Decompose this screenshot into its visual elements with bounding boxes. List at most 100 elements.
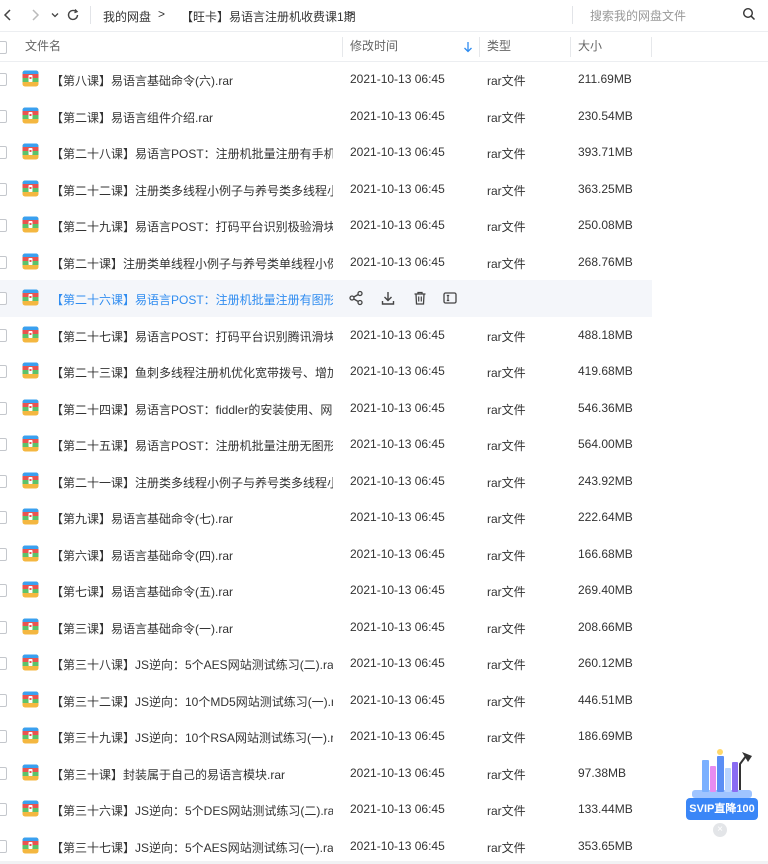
select-all-checkbox[interactable] bbox=[0, 41, 7, 54]
breadcrumb-current-folder[interactable]: 【旺卡】易语言注册机收费课1期 bbox=[181, 8, 356, 25]
file-row[interactable]: 【第二十六课】易语言POST：注册机批量注册有图形码... bbox=[0, 280, 652, 317]
file-row[interactable]: 【第二十八课】易语言POST：注册机批量注册有手机验... 2021-10-13 … bbox=[0, 134, 768, 171]
file-row[interactable]: 【第二十五课】易语言POST：注册机批量注册无图形码... 2021-10-13 … bbox=[0, 426, 768, 463]
file-row[interactable]: 【第三课】易语言基础命令(一).rar 2021-10-13 06:45 rar文件… bbox=[0, 609, 768, 646]
file-row[interactable]: 【第八课】易语言基础命令(六).rar 2021-10-13 06:45 rar文件… bbox=[0, 61, 768, 98]
file-name[interactable]: 【第六课】易语言基础命令(四).rar bbox=[51, 547, 333, 564]
row-checkbox[interactable] bbox=[0, 547, 7, 561]
row-checkbox[interactable] bbox=[0, 401, 7, 415]
back-button[interactable] bbox=[0, 7, 16, 23]
file-name[interactable]: 【第三十七课】JS逆向：5个AES网站测试练习(一).rar bbox=[51, 839, 333, 856]
column-header-type[interactable]: 类型 bbox=[487, 32, 511, 61]
file-row[interactable]: 【第六课】易语言基础命令(四).rar 2021-10-13 06:45 rar文件… bbox=[0, 536, 768, 573]
column-divider bbox=[479, 37, 480, 57]
file-modified-time: 2021-10-13 06:45 bbox=[350, 729, 445, 743]
file-name[interactable]: 【第七课】易语言基础命令(五).rar bbox=[51, 583, 333, 600]
file-row[interactable]: 【第七课】易语言基础命令(五).rar 2021-10-13 06:45 rar文件… bbox=[0, 572, 768, 609]
file-name[interactable]: 【第三十六课】JS逆向：5个DES网站测试练习(二).rar bbox=[51, 802, 333, 819]
promo-close-button[interactable]: × bbox=[713, 823, 727, 837]
column-header-size[interactable]: 大小 bbox=[578, 32, 602, 61]
file-name[interactable]: 【第二十四课】易语言POST：fiddler的安装使用、网站P... bbox=[51, 401, 333, 418]
file-row[interactable]: 【第二十九课】易语言POST：打码平台识别极验滑块例... 2021-10-13 … bbox=[0, 207, 768, 244]
file-row[interactable]: 【第三十六课】JS逆向：5个DES网站测试练习(二).rar 2021-10-13… bbox=[0, 791, 768, 828]
file-row[interactable]: 【第三十九课】JS逆向：10个RSA网站测试练习(一).rar 2021-10-1… bbox=[0, 718, 768, 755]
file-name[interactable]: 【第三十九课】JS逆向：10个RSA网站测试练习(一).rar bbox=[51, 729, 333, 746]
file-name[interactable]: 【第八课】易语言基础命令(六).rar bbox=[51, 72, 333, 89]
file-row[interactable]: 【第二十三课】鱼刺多线程注册机优化宽带拨号、增加优... 2021-10-13 0… bbox=[0, 353, 768, 390]
breadcrumb-root[interactable]: 我的网盘 bbox=[103, 8, 151, 25]
file-name[interactable]: 【第二十九课】易语言POST：打码平台识别极验滑块例... bbox=[51, 218, 333, 235]
file-name[interactable]: 【第二十五课】易语言POST：注册机批量注册无图形码... bbox=[51, 437, 333, 454]
file-row[interactable]: 【第二十一课】注册类多线程小例子与养号类多线程小例... 2021-10-13 0… bbox=[0, 463, 768, 500]
row-checkbox[interactable] bbox=[0, 657, 7, 670]
file-row[interactable]: 【第二十七课】易语言POST：打码平台识别腾讯滑块例... 2021-10-13 … bbox=[0, 317, 768, 354]
row-checkbox[interactable] bbox=[0, 620, 7, 634]
file-type: rar文件 bbox=[487, 220, 526, 234]
column-header-modified[interactable]: 修改时间 bbox=[350, 32, 398, 61]
file-name[interactable]: 【第三十课】封装属于自己的易语言模块.rar bbox=[51, 766, 333, 783]
sort-descending-icon[interactable] bbox=[463, 41, 473, 53]
row-checkbox[interactable] bbox=[0, 219, 7, 232]
row-checkbox[interactable] bbox=[0, 803, 7, 816]
file-name[interactable]: 【第二十六课】易语言POST：注册机批量注册有图形码... bbox=[51, 291, 333, 308]
file-size: 446.51MB bbox=[578, 692, 633, 707]
rar-file-icon bbox=[22, 800, 39, 817]
file-row[interactable]: 【第三十八课】JS逆向：5个AES网站测试练习(二).rar 2021-10-13… bbox=[0, 645, 768, 682]
refresh-button[interactable] bbox=[65, 7, 81, 23]
row-checkbox[interactable] bbox=[0, 474, 7, 488]
file-name[interactable]: 【第二十一课】注册类多线程小例子与养号类多线程小例... bbox=[51, 474, 333, 491]
row-checkbox[interactable] bbox=[0, 328, 7, 342]
row-checkbox[interactable] bbox=[0, 438, 7, 451]
file-name[interactable]: 【第三十二课】JS逆向：10个MD5网站测试练习(一).rar bbox=[51, 693, 333, 710]
file-name[interactable]: 【第三课】易语言基础命令(一).rar bbox=[51, 620, 333, 637]
row-checkbox[interactable] bbox=[0, 839, 7, 853]
file-name[interactable]: 【第二十七课】易语言POST：打码平台识别腾讯滑块例... bbox=[51, 328, 333, 345]
file-row[interactable]: 【第三十课】封装属于自己的易语言模块.rar 2021-10-13 06:45 ra… bbox=[0, 755, 768, 792]
file-modified-time: 2021-10-13 06:45 bbox=[350, 583, 445, 597]
row-checkbox[interactable] bbox=[0, 146, 7, 159]
row-checkbox[interactable] bbox=[0, 109, 7, 123]
rar-file-icon bbox=[22, 654, 39, 671]
row-checkbox[interactable] bbox=[0, 73, 7, 86]
rar-file-icon bbox=[22, 143, 39, 160]
file-name[interactable]: 【第二十二课】注册类多线程小例子与养号类多线程小例... bbox=[51, 182, 333, 199]
share-icon[interactable] bbox=[348, 290, 364, 306]
file-name[interactable]: 【第二十三课】鱼刺多线程注册机优化宽带拨号、增加优... bbox=[51, 364, 333, 381]
row-checkbox[interactable] bbox=[0, 766, 7, 780]
file-row[interactable]: 【第二十四课】易语言POST：fiddler的安装使用、网站P... 2021-1… bbox=[0, 390, 768, 427]
delete-icon[interactable] bbox=[412, 290, 428, 306]
row-checkbox[interactable] bbox=[0, 182, 7, 196]
row-checkbox[interactable] bbox=[0, 255, 7, 269]
file-type: rar文件 bbox=[487, 548, 526, 563]
row-checkbox[interactable] bbox=[0, 365, 7, 378]
download-icon[interactable] bbox=[380, 290, 396, 306]
rar-file-icon bbox=[22, 362, 39, 379]
row-checkbox[interactable] bbox=[0, 511, 7, 524]
row-checkbox[interactable] bbox=[0, 730, 7, 743]
row-checkbox[interactable] bbox=[0, 693, 7, 707]
rar-file-icon bbox=[22, 727, 39, 744]
file-row[interactable]: 【第三十二课】JS逆向：10个MD5网站测试练习(一).rar 2021-10-1… bbox=[0, 682, 768, 719]
column-divider bbox=[651, 37, 652, 57]
file-name[interactable]: 【第九课】易语言基础命令(七).rar bbox=[51, 510, 333, 527]
row-checkbox[interactable] bbox=[0, 584, 7, 597]
file-row[interactable]: 【第二十二课】注册类多线程小例子与养号类多线程小例... 2021-10-13 0… bbox=[0, 171, 768, 208]
column-header-name[interactable]: 文件名 bbox=[25, 32, 61, 61]
svip-promo-widget[interactable]: SVIP直降100 bbox=[686, 746, 758, 822]
file-row[interactable]: 【第二十课】注册类单线程小例子与养号类单线程小例子.... 2021-10-13 … bbox=[0, 244, 768, 281]
file-name[interactable]: 【第二十课】注册类单线程小例子与养号类单线程小例子.... bbox=[51, 255, 333, 272]
forward-button[interactable] bbox=[27, 7, 43, 23]
file-name[interactable]: 【第三十八课】JS逆向：5个AES网站测试练习(二).rar bbox=[51, 656, 333, 673]
file-row[interactable]: 【第九课】易语言基础命令(七).rar 2021-10-13 06:45 rar文件… bbox=[0, 499, 768, 536]
promo-label[interactable]: SVIP直降100 bbox=[686, 798, 758, 820]
file-name[interactable]: 【第二十八课】易语言POST：注册机批量注册有手机验... bbox=[51, 145, 333, 162]
chevron-down-icon bbox=[51, 13, 59, 18]
file-name[interactable]: 【第二课】易语言组件介绍.rar bbox=[51, 109, 333, 126]
search-input[interactable] bbox=[588, 6, 742, 26]
file-row[interactable]: 【第三十七课】JS逆向：5个AES网站测试练习(一).rar 2021-10-13… bbox=[0, 828, 768, 864]
row-checkbox[interactable] bbox=[0, 292, 7, 305]
search-icon[interactable] bbox=[742, 7, 756, 21]
history-dropdown-button[interactable] bbox=[47, 7, 63, 23]
file-row[interactable]: 【第二课】易语言组件介绍.rar 2021-10-13 06:45 rar文件 230… bbox=[0, 98, 768, 135]
rename-icon[interactable] bbox=[442, 290, 458, 306]
